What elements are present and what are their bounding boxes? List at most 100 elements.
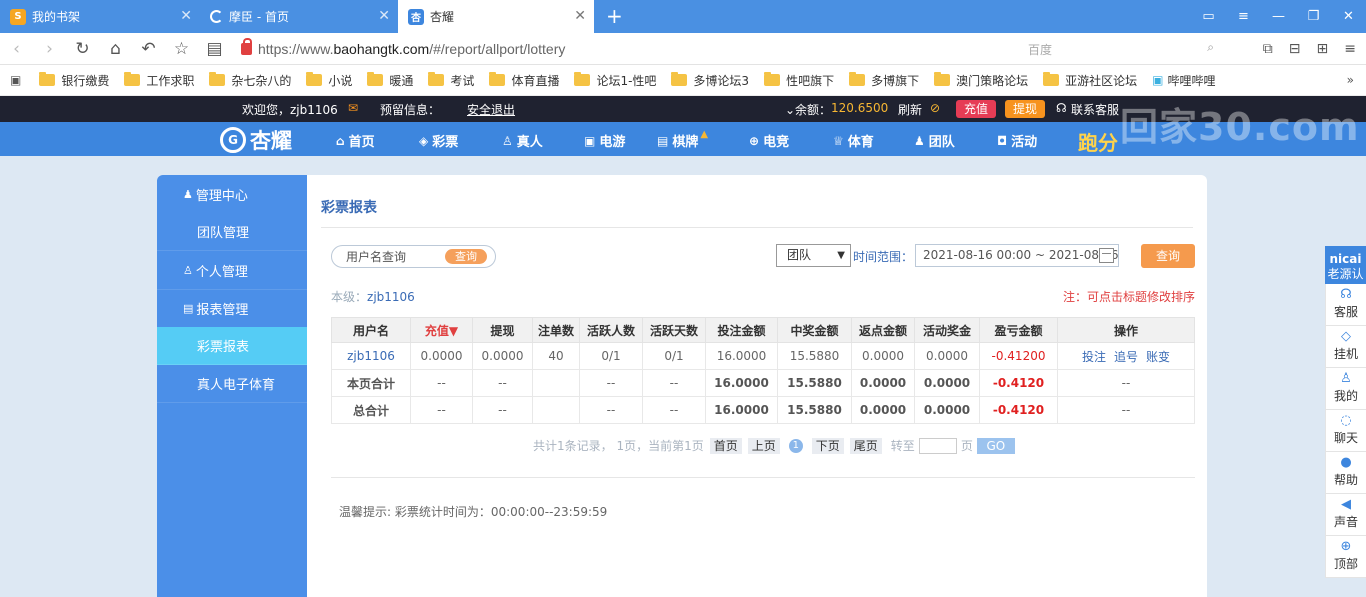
bookmark-item[interactable]: 考试 [428, 72, 474, 89]
float-mine[interactable]: ♙ 我的 [1325, 368, 1366, 410]
col-active-users[interactable]: 活跃人数 [579, 317, 643, 343]
nav-sports[interactable]: ♕ 体育 [833, 131, 874, 151]
forward-icon[interactable]: › [33, 39, 66, 59]
transaction-link[interactable]: 账变 [1146, 350, 1170, 364]
bookmark-item[interactable]: 性吧旗下 [764, 72, 834, 89]
menu-icon[interactable]: ≡ [1226, 0, 1261, 33]
col-win-amount[interactable]: 中奖金额 [777, 317, 852, 343]
cell-username[interactable]: zjb1106 [331, 342, 411, 370]
last-page-button[interactable]: 尾页 [849, 437, 882, 454]
floating-banner[interactable]: nicai 老源认 [1325, 246, 1366, 284]
nav-egame[interactable]: ▣ 电游 [584, 131, 625, 151]
go-button[interactable]: GO [976, 437, 1015, 454]
contact-link[interactable]: 联系客服 [1071, 101, 1119, 118]
home-icon[interactable]: ⌂ [99, 39, 132, 59]
mail-icon[interactable]: ✉ [348, 101, 358, 115]
float-help[interactable]: ● 帮助 [1325, 452, 1366, 494]
close-icon[interactable]: ✕ [574, 8, 586, 24]
reload-icon[interactable]: ↻ [66, 39, 99, 59]
float-hangup[interactable]: ◇ 挂机 [1325, 326, 1366, 368]
col-withdraw[interactable]: 提现 [472, 317, 533, 343]
star-icon[interactable]: ☆ [165, 39, 198, 59]
undo-icon[interactable]: ↶ [132, 39, 165, 59]
minimize-icon[interactable]: — [1261, 0, 1296, 33]
bookmark-item[interactable]: 工作求职 [124, 72, 194, 89]
col-profit[interactable]: 盈亏金额 [979, 317, 1058, 343]
next-page-button[interactable]: 下页 [811, 437, 844, 454]
bookmarks-toggle-icon[interactable]: ▣ [10, 73, 21, 87]
url-field[interactable]: https://www.baohangtk.com/#/report/allpo… [258, 41, 565, 57]
bookmark-item[interactable]: ▣ 哔哩哔哩 [1152, 72, 1215, 89]
page-number-input[interactable] [918, 437, 957, 454]
balance-label[interactable]: ⌄余额： [785, 101, 831, 118]
recharge-button[interactable]: 充值 [956, 100, 997, 118]
query-button[interactable]: 查询 [1141, 244, 1195, 268]
bookmark-item[interactable]: 暖通 [367, 72, 413, 89]
bookmark-item[interactable]: 论坛1-性吧 [574, 72, 656, 89]
bookmark-item[interactable]: 亚游社区论坛 [1043, 72, 1137, 89]
search-input[interactable]: 百度 ⌕ [1022, 38, 1220, 60]
refresh-link[interactable]: 刷新 [898, 101, 922, 118]
restore-icon[interactable]: ❐ [1296, 0, 1331, 33]
nav-team[interactable]: ♟ 团队 [914, 131, 955, 151]
nav-chess[interactable]: ▤ 棋牌 ▲ [657, 129, 708, 150]
save-icon[interactable]: ⊟ [1289, 41, 1301, 57]
sidebar-item-team[interactable]: 团队管理 [157, 213, 307, 251]
sidebar-toggle-icon[interactable]: ▭ [1191, 0, 1226, 33]
sidebar-item-live-report[interactable]: 真人电子体育 [157, 365, 307, 403]
screenshot-icon[interactable]: ⧉ [1263, 41, 1273, 57]
bookmark-item[interactable]: 小说 [306, 72, 352, 89]
tab-mochen[interactable]: 摩臣 - 首页 ✕ [200, 0, 398, 33]
col-bet-amount[interactable]: 投注金额 [705, 317, 778, 343]
chase-link[interactable]: 追号 [1114, 350, 1138, 364]
level-user-link[interactable]: zjb1106 [367, 290, 415, 304]
float-chat[interactable]: ◌ 聊天 [1325, 410, 1366, 452]
logout-link[interactable]: 安全退出 [467, 101, 515, 118]
bookmark-item[interactable]: 澳门策略论坛 [934, 72, 1028, 89]
bookmark-item[interactable]: 体育直播 [489, 72, 559, 89]
bet-link[interactable]: 投注 [1082, 350, 1106, 364]
more-icon[interactable]: ≡ [1344, 41, 1356, 57]
bookmark-item[interactable]: 银行缴费 [39, 72, 109, 89]
search-icon[interactable]: ⌕ [1207, 40, 1214, 55]
col-bets[interactable]: 注单数 [532, 317, 580, 343]
prev-page-button[interactable]: 上页 [747, 437, 780, 454]
username-search-input[interactable]: 用户名查询 查询 [331, 245, 496, 268]
date-range-input[interactable]: 2021-08-16 00:00 ~ 2021-08-16 23:59 [915, 244, 1119, 267]
sidebar-group-personal[interactable]: ♙ 个人管理 [157, 251, 307, 289]
bookmark-item[interactable]: 多博旗下 [849, 72, 919, 89]
float-service[interactable]: ☊ 客服 [1325, 284, 1366, 326]
back-icon[interactable]: ‹ [0, 39, 33, 59]
nav-live[interactable]: ♙ 真人 [502, 131, 543, 151]
bookmark-item[interactable]: 多博论坛3 [671, 72, 749, 89]
float-top[interactable]: ⊕ 顶部 [1325, 536, 1366, 578]
new-tab-button[interactable]: + [594, 0, 635, 33]
col-active-days[interactable]: 活跃天数 [642, 317, 706, 343]
eye-hide-icon[interactable]: ⊘ [930, 101, 940, 115]
close-icon[interactable]: ✕ [378, 8, 390, 24]
chevron-right-icon[interactable]: » [1347, 73, 1354, 87]
bookmark-item[interactable]: 杂七杂八的 [209, 72, 291, 89]
nav-esports[interactable]: ⊕ 电竞 [749, 131, 789, 151]
sidebar-item-lottery-report[interactable]: 彩票报表 [157, 327, 307, 365]
site-logo[interactable]: G 杏耀 [220, 125, 292, 155]
close-window-icon[interactable]: ✕ [1331, 0, 1366, 33]
col-bonus[interactable]: 活动奖金 [914, 317, 980, 343]
float-sound[interactable]: ◀ 声音 [1325, 494, 1366, 536]
sidebar-group-report[interactable]: ▤ 报表管理 [157, 289, 307, 327]
first-page-button[interactable]: 首页 [709, 437, 742, 454]
reader-icon[interactable]: ▤ [198, 39, 231, 59]
sidebar-group-management[interactable]: ♟ 管理中心 [157, 175, 307, 213]
apps-icon[interactable]: ⊞ [1317, 41, 1329, 57]
close-icon[interactable]: ✕ [180, 8, 192, 24]
current-page[interactable]: 1 [788, 438, 803, 453]
tab-xingyao[interactable]: 杏 杏耀 ✕ [398, 0, 594, 33]
tab-bookshelf[interactable]: S 我的书架 ✕ [0, 0, 200, 33]
team-select[interactable]: 团队 ▼ [776, 244, 851, 267]
col-username[interactable]: 用户名 [331, 317, 411, 343]
nav-home[interactable]: ⌂ 首页 [336, 131, 375, 151]
col-recharge[interactable]: 充值▼ [410, 317, 473, 343]
calendar-icon[interactable] [1099, 248, 1114, 263]
username-search-button[interactable]: 查询 [445, 249, 487, 264]
withdraw-button[interactable]: 提现 [1005, 100, 1046, 118]
